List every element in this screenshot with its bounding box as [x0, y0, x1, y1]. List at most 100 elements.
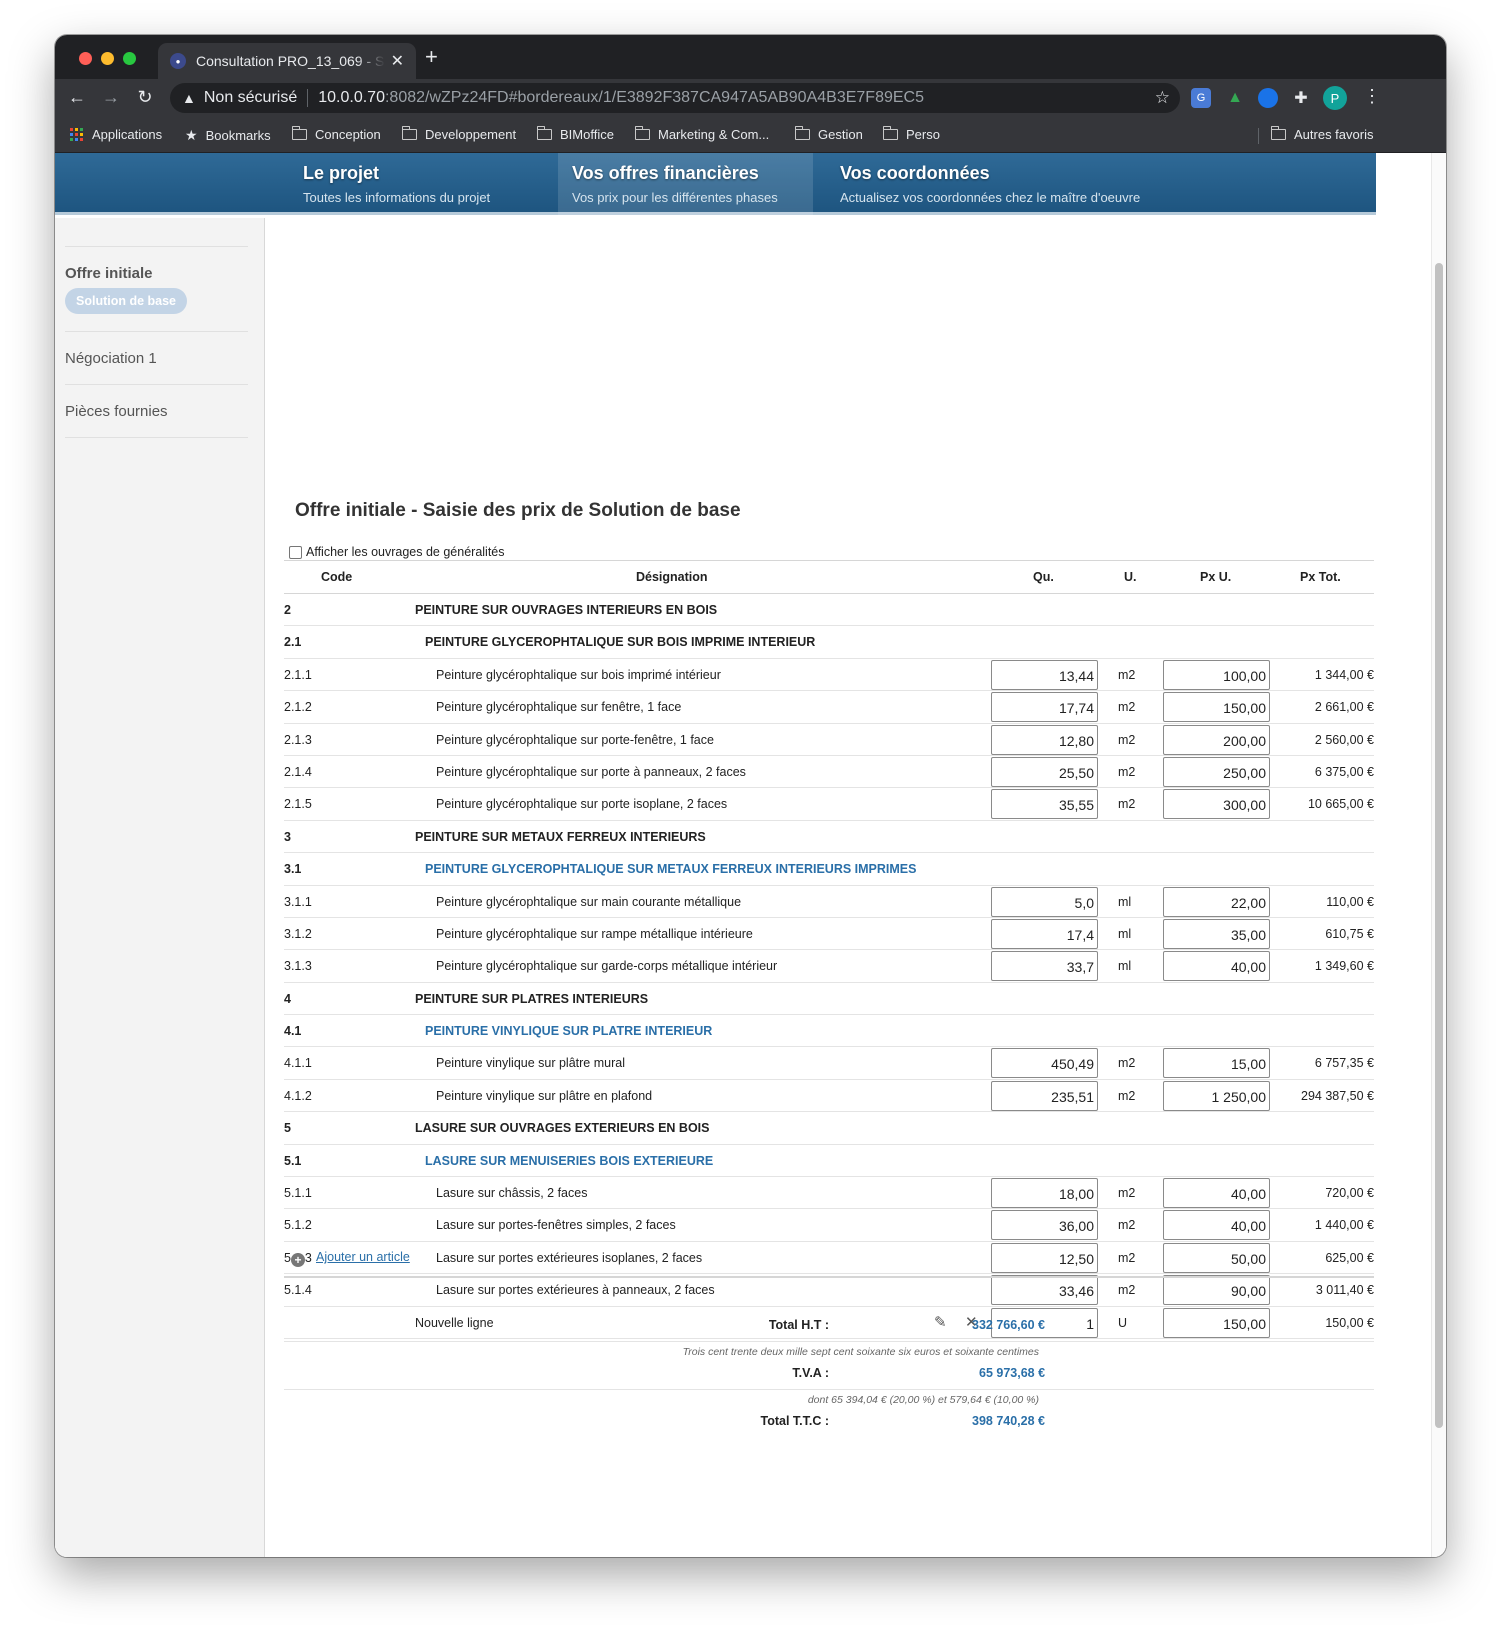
bookmark-star-icon[interactable]: ☆ [1155, 88, 1170, 108]
maximize-window-button[interactable] [123, 52, 136, 65]
folder-icon [882, 126, 898, 140]
unit-price-input[interactable]: 250,00 [1163, 756, 1270, 787]
table-row: 2 PEINTURE SUR OUVRAGES INTERIEURS EN BOI… [284, 594, 1374, 627]
browser-toolbar: ← → ↻ ▲ Non sécurisé 10.0.0.70:8082/wZPz… [55, 79, 1446, 119]
qty-input[interactable]: 33,7 [991, 951, 1098, 982]
row-code: 2 [284, 603, 291, 617]
drive-extension-icon[interactable]: ▲ [1225, 88, 1245, 108]
qty-input[interactable]: 33,46 [991, 1275, 1098, 1306]
tva-label: T.V.A : [792, 1366, 829, 1380]
bookmark-label: BIMoffice [560, 127, 614, 142]
bookmark-conception[interactable]: Conception [291, 126, 381, 142]
row-unit: m2 [1118, 797, 1136, 812]
unit-price-input[interactable]: 15,00 [1163, 1048, 1270, 1079]
sidebar-pill-solution-de-base[interactable]: Solution de base [65, 288, 188, 314]
row-code: 5.1.2 [284, 1218, 312, 1233]
row-designation: PEINTURE GLYCEROPHTALIQUE SUR BOIS IMPRI… [425, 635, 816, 650]
sidebar-item-negociation[interactable]: Négociation 1 [65, 350, 157, 367]
new-tab-button[interactable]: + [425, 46, 438, 68]
bookmark-label: Developpement [425, 127, 517, 142]
scrollbar-thumb[interactable] [1435, 263, 1443, 1428]
unit-price-input[interactable]: 22,00 [1163, 886, 1270, 917]
qty-input[interactable]: 35,55 [991, 789, 1098, 820]
profile-avatar[interactable]: P [1323, 86, 1347, 110]
table-row: 2.1.4 Peinture glycérophtalique sur porte… [284, 756, 1374, 789]
show-general-works-checkbox[interactable]: Afficher les ouvrages de généralités [289, 545, 505, 559]
qty-input[interactable]: 25,50 [991, 756, 1098, 787]
qty-input[interactable]: 5,0 [991, 886, 1098, 917]
unit-price-input[interactable]: 1 250,00 [1163, 1080, 1270, 1111]
plus-circle-icon[interactable]: + [291, 1253, 305, 1267]
close-window-button[interactable] [79, 52, 92, 65]
close-tab-icon[interactable]: ✕ [391, 51, 404, 71]
circle-extension-icon[interactable] [1258, 88, 1278, 108]
row-total: 6 375,00 € [1314, 764, 1374, 779]
unit-price-input[interactable]: 35,00 [1163, 918, 1270, 949]
security-label: Non sécurisé [203, 89, 298, 106]
bookmark-bimoffice[interactable]: BIMoffice [536, 126, 614, 142]
add-article-link[interactable]: Ajouter un article [316, 1250, 410, 1264]
total-ttc-value: 398 740,28 € [972, 1414, 1045, 1428]
qty-input[interactable]: 235,51 [991, 1080, 1098, 1111]
row-total: 2 560,00 € [1314, 732, 1374, 747]
row-designation: Lasure sur portes-fenêtres simples, 2 fa… [436, 1218, 676, 1233]
row-designation: PEINTURE SUR PLATRES INTERIEURS [415, 991, 649, 1006]
row-designation: Peinture vinylique sur plâtre en plafond [436, 1088, 653, 1103]
row-designation: Peinture glycérophtalique sur porte à pa… [436, 764, 746, 779]
col-header-total: Px Tot. [1300, 570, 1341, 584]
table-row: 5.1.1 Lasure sur châssis, 2 faces 18,00 m2 4… [284, 1177, 1374, 1210]
browser-tab[interactable]: ● Consultation PRO_13_069 - SC ✕ [158, 43, 416, 79]
bookmark-applications[interactable]: Applications [70, 127, 162, 142]
table-row: 4.1.1 Peinture vinylique sur plâtre mural… [284, 1047, 1374, 1080]
unit-price-input[interactable]: 90,00 [1163, 1275, 1270, 1306]
row-designation: LASURE SUR MENUISERIES BOIS EXTERIEURE [425, 1153, 714, 1168]
unit-price-input[interactable]: 150,00 [1163, 692, 1270, 723]
site-favicon-icon: ● [170, 53, 186, 69]
checkbox-box[interactable] [289, 545, 302, 559]
row-code: 2.1.1 [284, 667, 312, 682]
row-unit: m2 [1118, 700, 1136, 715]
back-arrow-icon[interactable]: ← [65, 87, 89, 108]
minimize-window-button[interactable] [101, 52, 114, 65]
table-row: 3 PEINTURE SUR METAUX FERREUX INTERIEURS [284, 821, 1374, 854]
bookmark-developpement[interactable]: Developpement [401, 126, 517, 142]
row-code: 5.1.1 [284, 1186, 312, 1201]
unit-price-input[interactable]: 40,00 [1163, 1178, 1270, 1209]
sidebar-item-pieces-fournies[interactable]: Pièces fournies [65, 403, 168, 420]
bookmark-other-favorites[interactable]: Autres favoris [1270, 126, 1373, 142]
col-header-unit-price: Px U. [1200, 570, 1232, 584]
qty-input[interactable]: 36,00 [991, 1210, 1098, 1241]
row-unit: m2 [1118, 667, 1136, 682]
bookmark-perso[interactable]: Perso [882, 126, 940, 142]
unit-price-input[interactable]: 40,00 [1163, 1210, 1270, 1241]
row-unit: m2 [1118, 1218, 1136, 1233]
bookmark-bookmarks[interactable]: ★ Bookmarks [185, 127, 271, 144]
address-bar[interactable]: ▲ Non sécurisé 10.0.0.70:8082/wZPz24FD#b… [170, 83, 1180, 113]
row-unit: ml [1118, 894, 1132, 909]
unit-price-input[interactable]: 200,00 [1163, 724, 1270, 755]
bookmark-label: Applications [92, 127, 163, 142]
bookmark-marketing[interactable]: Marketing & Com... [634, 126, 769, 142]
qty-input[interactable]: 17,4 [991, 918, 1098, 949]
bookmark-gestion[interactable]: Gestion [794, 126, 863, 142]
unit-price-input[interactable]: 40,00 [1163, 951, 1270, 982]
unit-price-input[interactable]: 100,00 [1163, 659, 1270, 690]
total-ht-in-words: Trois cent trente deux mille sept cent s… [284, 1341, 1374, 1361]
row-designation: PEINTURE SUR OUVRAGES INTERIEURS EN BOIS [415, 603, 718, 617]
unit-price-input[interactable]: 300,00 [1163, 789, 1270, 820]
qty-input[interactable]: 12,80 [991, 724, 1098, 755]
row-designation: Peinture glycérophtalique sur main coura… [436, 894, 742, 909]
qty-input[interactable]: 13,44 [991, 659, 1098, 690]
qty-input[interactable]: 450,49 [991, 1048, 1098, 1079]
row-total: 2 661,00 € [1314, 700, 1374, 715]
qty-input[interactable]: 17,74 [991, 692, 1098, 723]
forward-arrow-icon[interactable]: → [99, 87, 123, 108]
total-ht-row: Total H.T : 332 766,60 € [284, 1313, 1374, 1341]
extensions-puzzle-icon[interactable]: ✚ [1291, 88, 1311, 108]
sidebar-section-title[interactable]: Offre initiale [65, 265, 153, 282]
more-menu-icon[interactable]: ⋮ [1363, 86, 1381, 107]
translate-extension-icon[interactable]: G [1191, 88, 1211, 108]
qty-input[interactable]: 18,00 [991, 1178, 1098, 1209]
page-scrollbar[interactable] [1431, 153, 1446, 1557]
reload-icon[interactable]: ↻ [133, 87, 157, 108]
